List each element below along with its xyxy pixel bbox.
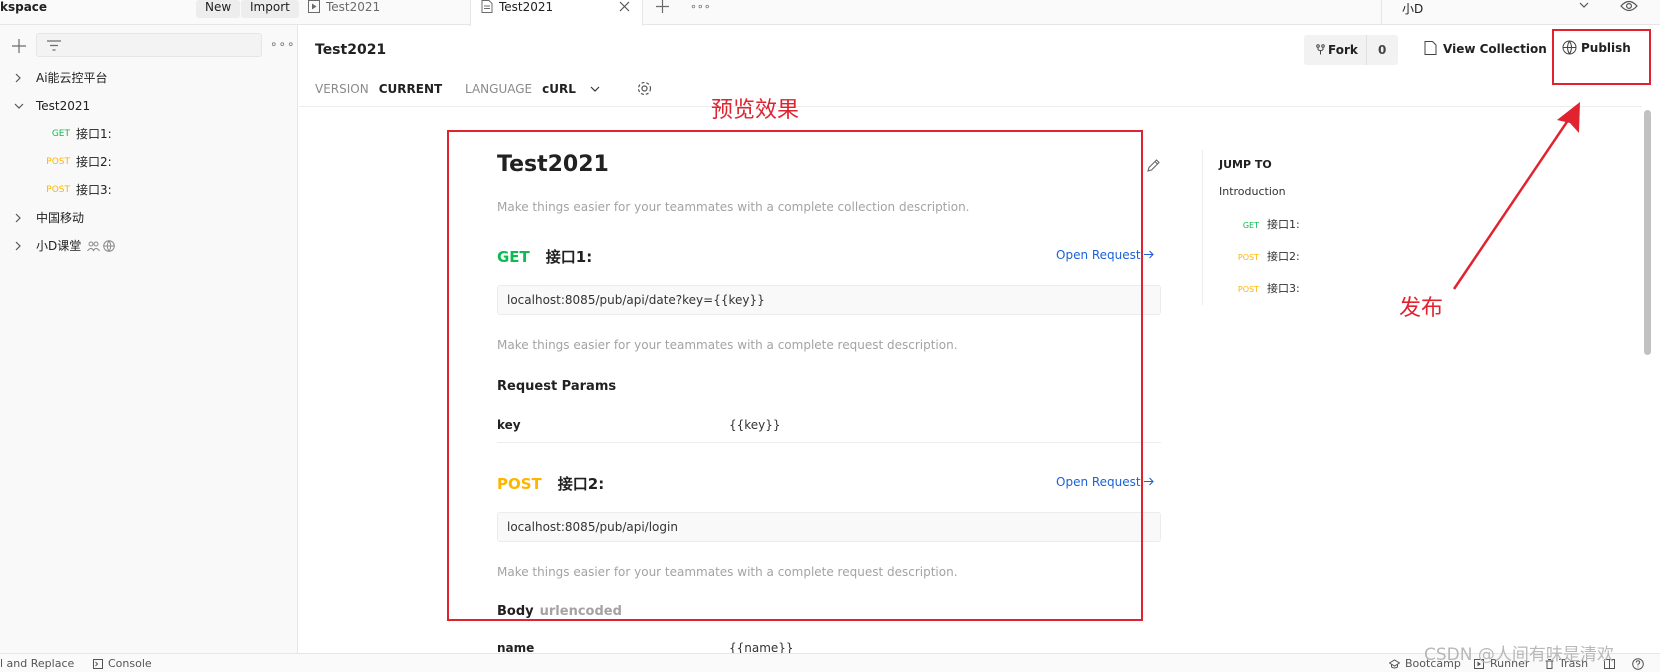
tab-label: Test2021 xyxy=(499,0,554,14)
tree-item-label: Ai能云控平台 xyxy=(36,71,108,85)
close-icon[interactable] xyxy=(619,1,630,12)
preview-annotation: 预览效果 xyxy=(711,98,800,123)
chevron-down-icon xyxy=(590,86,600,92)
language-key: LANGUAGE xyxy=(465,82,533,96)
sidebar-more-icon[interactable]: ∘∘∘ xyxy=(270,37,296,51)
tab-more-icon[interactable]: ∘∘∘ xyxy=(690,0,711,13)
collection-title: Test2021 xyxy=(315,42,387,58)
tree-item-china-mobile[interactable]: 中国移动 xyxy=(0,205,298,231)
document-icon xyxy=(1424,41,1437,55)
request-name: 接口1: xyxy=(76,127,112,141)
method-badge: GET xyxy=(1242,221,1259,230)
method-badge: GET xyxy=(51,129,70,139)
jump-item-label: 接口1: xyxy=(1267,218,1300,231)
fork-count: 0 xyxy=(1378,43,1387,57)
chevron-right-icon xyxy=(15,73,21,83)
method-badge: POST xyxy=(1237,285,1259,294)
tree-item-label: 中国移动 xyxy=(36,211,85,225)
workspace-title: kspace xyxy=(0,0,48,14)
pencil-icon[interactable] xyxy=(1146,158,1161,173)
scrollbar[interactable] xyxy=(1642,107,1660,652)
jump-to-heading: JUMP TO xyxy=(1219,158,1272,171)
new-button[interactable]: New xyxy=(196,0,241,18)
jump-to-item[interactable]: POST 接口3: xyxy=(1219,280,1300,296)
watermark: CSDN @人间有味是清欢 xyxy=(1424,645,1614,665)
publish-highlight-box xyxy=(1552,29,1651,85)
arrow-right-icon xyxy=(1144,477,1155,486)
method-badge: POST xyxy=(1237,253,1259,262)
tree-item-label: Test2021 xyxy=(36,99,91,113)
publish-annotation: 发布 xyxy=(1399,296,1444,321)
fork-icon xyxy=(1316,44,1325,55)
jump-item-label: 接口3: xyxy=(1267,282,1300,295)
add-icon[interactable] xyxy=(12,39,26,53)
version-info: VERSION CURRENT xyxy=(315,82,442,96)
version-key: VERSION xyxy=(315,82,369,96)
jump-item-label: 接口2: xyxy=(1267,250,1300,263)
jump-to-introduction[interactable]: Introduction xyxy=(1219,185,1286,198)
language-selector[interactable]: LANGUAGE cURL xyxy=(465,82,600,96)
method-badge: POST xyxy=(46,157,70,167)
gear-icon[interactable] xyxy=(636,80,653,97)
fork-text: Fork xyxy=(1328,43,1358,57)
team-icon xyxy=(87,241,101,252)
view-collection-label: View Collection xyxy=(1443,42,1547,56)
tab-test2021-runner[interactable]: Test2021 xyxy=(298,0,470,25)
tree-request-2[interactable]: POST 接口2: xyxy=(0,149,298,175)
scrollbar-thumb[interactable] xyxy=(1644,110,1651,355)
help-icon[interactable] xyxy=(1632,658,1644,670)
fork-divider xyxy=(1366,35,1367,65)
version-value: CURRENT xyxy=(378,82,443,96)
bootcamp-icon xyxy=(1389,659,1400,669)
sidebar-toolbar: ∘∘∘ xyxy=(0,33,298,61)
tree-item-test2021[interactable]: Test2021 xyxy=(0,93,298,119)
tree-item-text: 小D课堂 xyxy=(36,239,82,253)
chevron-right-icon xyxy=(15,241,21,251)
tree-request-1[interactable]: GET 接口1: xyxy=(0,121,298,147)
language-value: cURL xyxy=(542,82,576,96)
tab-test2021-doc[interactable]: Test2021 xyxy=(470,0,643,26)
jump-to-item[interactable]: POST 接口2: xyxy=(1219,248,1300,264)
request-name: 接口3: xyxy=(76,183,112,197)
filter-icon xyxy=(47,40,61,51)
find-replace-button[interactable]: l and Replace xyxy=(0,657,74,670)
status-bar: l and Replace Console Bootcamp Runner Tr… xyxy=(0,653,1660,672)
tree-request-3[interactable]: POST 接口3: xyxy=(0,177,298,203)
jump-to-panel: JUMP TO Introduction GET 接口1: POST 接口2: PO… xyxy=(1202,150,1402,305)
fork-button[interactable]: Fork 0 xyxy=(1304,35,1398,65)
chevron-down-icon xyxy=(1579,2,1589,8)
tree-item-ai-platform[interactable]: Ai能云控平台 xyxy=(0,65,298,91)
view-collection-button[interactable]: View Collection xyxy=(1424,41,1547,56)
tree-item-label: 小D课堂 xyxy=(36,233,116,259)
chevron-right-icon xyxy=(15,213,21,223)
eye-icon[interactable] xyxy=(1620,0,1638,12)
chevron-down-icon xyxy=(14,103,24,109)
document-icon xyxy=(481,0,493,13)
environment-selector[interactable]: 小D xyxy=(1381,0,1601,25)
arrow-right-icon xyxy=(1144,250,1155,259)
fork-label: Fork xyxy=(1316,43,1358,57)
request-name: 接口2: xyxy=(76,155,112,169)
tree-item-xiaod[interactable]: 小D课堂 xyxy=(0,233,298,259)
console-button[interactable]: Console xyxy=(108,657,152,670)
method-badge: POST xyxy=(46,185,70,195)
play-icon xyxy=(308,0,320,13)
environment-label: 小D xyxy=(1402,2,1424,16)
preview-highlight-box xyxy=(447,130,1143,621)
jump-to-item[interactable]: GET 接口1: xyxy=(1219,216,1300,232)
tab-label: Test2021 xyxy=(326,0,381,14)
console-icon xyxy=(93,659,103,669)
filter-input[interactable] xyxy=(36,33,262,57)
globe-icon xyxy=(103,240,116,252)
annotation-arrow-icon xyxy=(1452,102,1580,290)
new-tab-plus-icon[interactable] xyxy=(656,0,669,13)
import-button[interactable]: Import xyxy=(241,0,299,18)
sidebar: ∘∘∘ Ai能云控平台 Test2021 GET 接口1: POST 接口2: … xyxy=(0,25,298,653)
top-bar: kspace New Import Test2021 Test2021 ∘∘∘ … xyxy=(0,0,1660,26)
